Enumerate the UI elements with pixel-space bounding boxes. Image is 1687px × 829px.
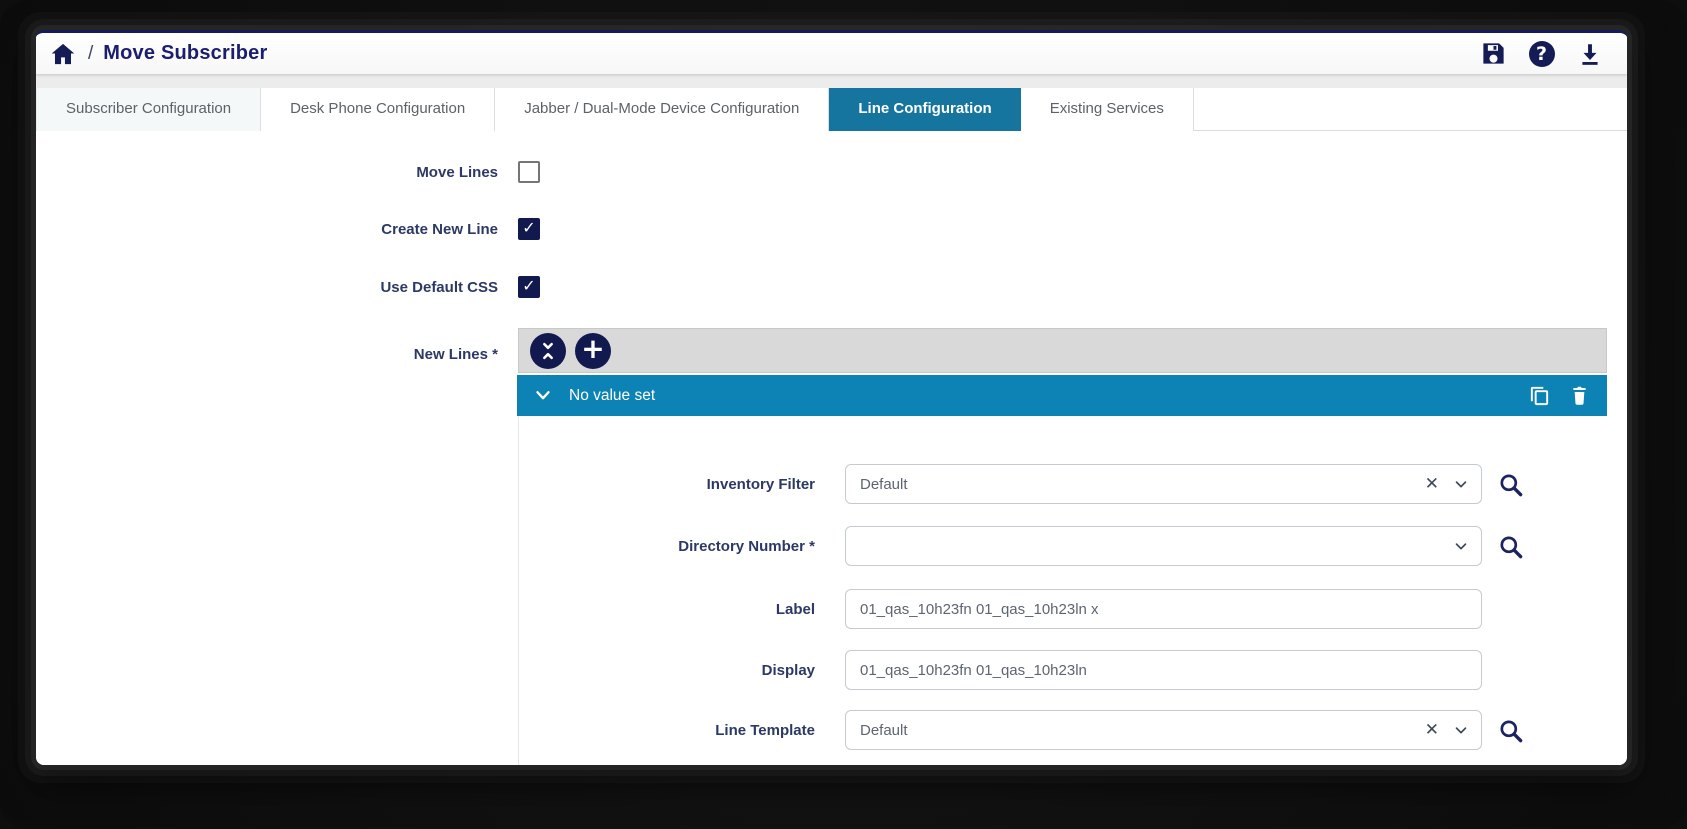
screenshot-frame: / Move Subscriber ? Subscriber Configura… (0, 0, 1687, 829)
inventory-filter-row: Inventory Filter ✕ (36, 464, 1607, 504)
save-icon[interactable] (1480, 40, 1507, 67)
search-icon[interactable] (1497, 471, 1524, 498)
group-header-title: No value set (569, 386, 656, 404)
display-row: Display (36, 650, 1607, 690)
move-lines-checkbox[interactable]: ✓ (518, 161, 540, 183)
search-icon[interactable] (1497, 717, 1524, 744)
search-icon[interactable] (1497, 533, 1524, 560)
directory-number-label: Directory Number * (678, 537, 815, 555)
breadcrumb-separator: / (88, 42, 94, 64)
delete-icon[interactable] (1569, 384, 1593, 408)
tab-bar: Subscriber Configuration Desk Phone Conf… (36, 88, 1627, 131)
inventory-filter-label: Inventory Filter (706, 475, 815, 493)
inventory-filter-input[interactable] (845, 464, 1482, 504)
new-lines-toolbar: + (518, 328, 1607, 373)
directory-number-input[interactable] (845, 526, 1482, 566)
add-icon[interactable]: + (575, 332, 611, 369)
tab-content-line-configuration: Move Lines ✓ Create New Line ✓ Use Defau… (36, 131, 1627, 765)
tab-line-configuration[interactable]: Line Configuration (829, 88, 1021, 131)
label-field-label: Label (775, 600, 815, 618)
use-default-css-label: Use Default CSS (380, 278, 498, 296)
move-lines-row: Move Lines ✓ (36, 161, 540, 183)
new-lines-group-header[interactable]: No value set (517, 375, 1607, 416)
new-lines-label: New Lines * (413, 346, 498, 363)
chevron-down-icon[interactable] (1452, 475, 1470, 493)
use-default-css-row: Use Default CSS ✓ (36, 276, 540, 298)
create-new-line-checkbox[interactable]: ✓ (518, 218, 540, 240)
use-default-css-checkbox[interactable]: ✓ (518, 276, 540, 298)
app-window: / Move Subscriber ? Subscriber Configura… (36, 30, 1627, 765)
directory-number-row: Directory Number * (36, 526, 1607, 566)
tab-jabber-dual-mode-device-configuration[interactable]: Jabber / Dual-Mode Device Configuration (495, 88, 830, 131)
chevron-down-icon[interactable] (532, 384, 556, 408)
label-row: Label (36, 589, 1607, 629)
tab-desk-phone-configuration[interactable]: Desk Phone Configuration (261, 88, 496, 131)
topbar-actions: ? (1480, 40, 1607, 67)
create-new-line-label: Create New Line (381, 220, 498, 238)
home-icon[interactable] (50, 41, 76, 67)
tab-existing-services[interactable]: Existing Services (1020, 88, 1194, 131)
header-divider-strip (36, 74, 1627, 88)
display-input[interactable] (845, 650, 1482, 690)
copy-icon[interactable] (1528, 384, 1552, 408)
line-template-row: Line Template ✕ (36, 710, 1607, 750)
display-field-label: Display (761, 661, 815, 679)
collapse-icon[interactable] (530, 332, 566, 369)
line-template-label: Line Template (715, 721, 815, 739)
download-icon[interactable] (1576, 40, 1603, 67)
line-template-input[interactable] (845, 710, 1482, 750)
page-title: Move Subscriber (103, 42, 268, 64)
clear-icon[interactable]: ✕ (1425, 475, 1439, 493)
clear-icon[interactable]: ✕ (1425, 721, 1439, 739)
help-icon[interactable]: ? (1528, 40, 1555, 67)
chevron-down-icon[interactable] (1452, 721, 1470, 739)
tab-subscriber-configuration[interactable]: Subscriber Configuration (36, 88, 262, 131)
chevron-down-icon[interactable] (1452, 537, 1470, 555)
create-new-line-row: Create New Line ✓ (36, 218, 540, 240)
label-input[interactable] (845, 589, 1482, 629)
top-bar: / Move Subscriber ? (36, 33, 1627, 74)
move-lines-label: Move Lines (416, 163, 498, 181)
